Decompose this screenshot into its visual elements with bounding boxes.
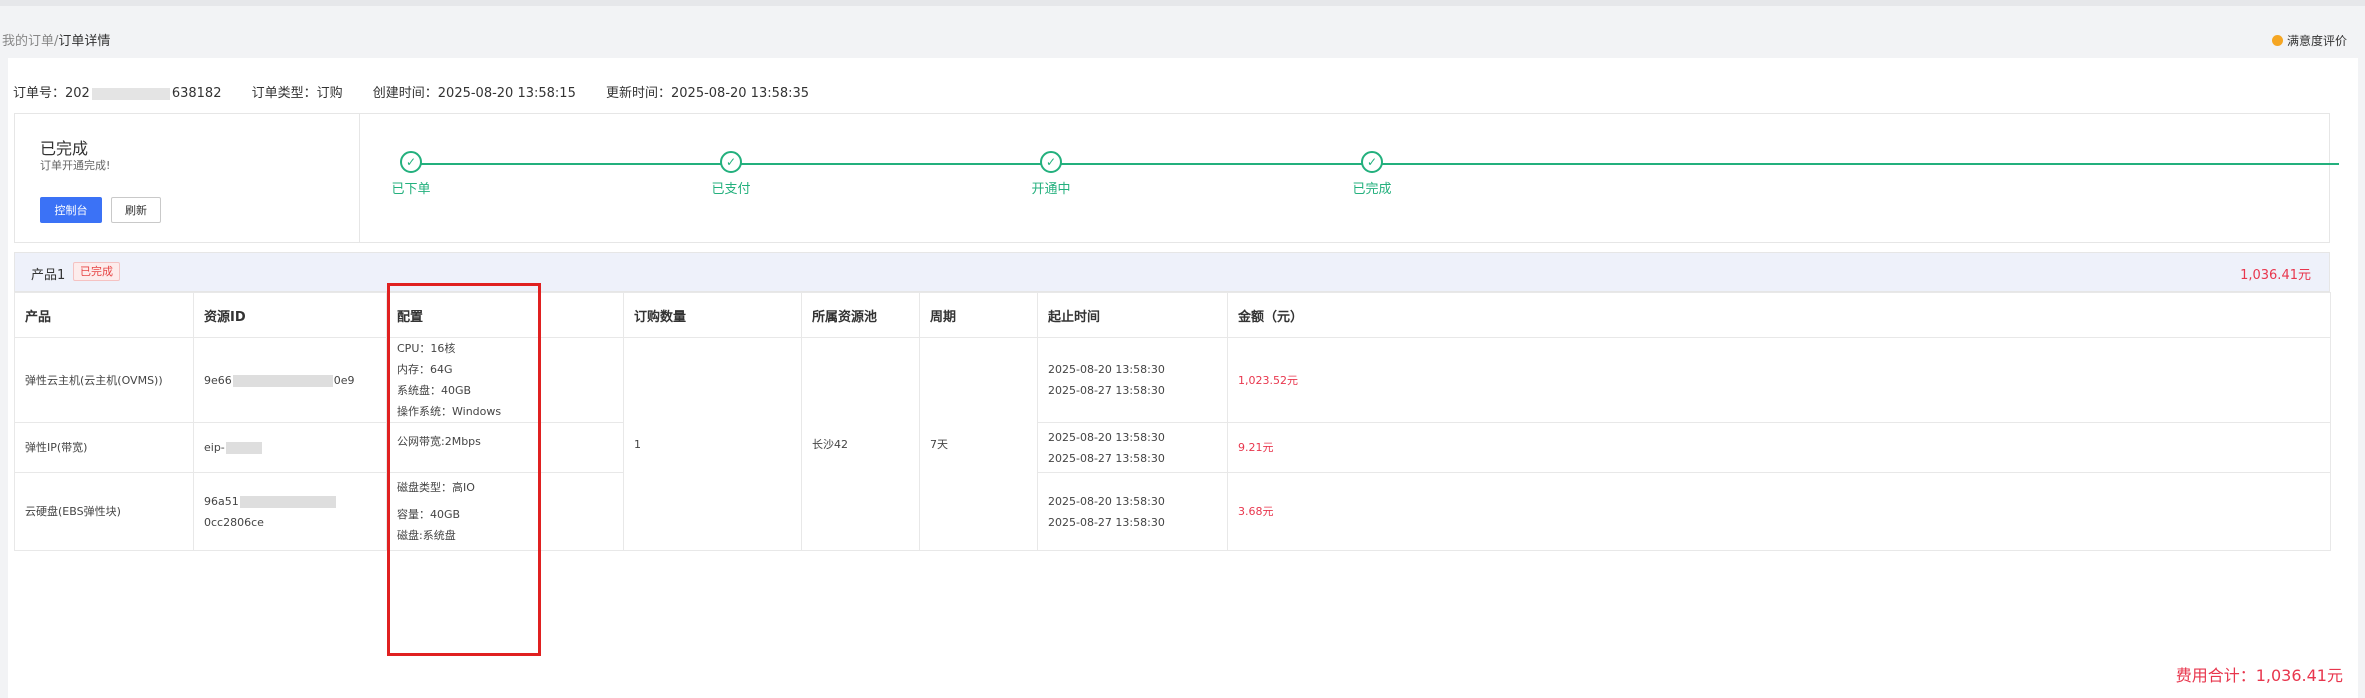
table-row: 云硬盘(EBS弹性块) 96a510cc2806ce 磁盘类型：高IO 容量：4…	[14, 472, 2331, 551]
check-icon: ✓	[1361, 151, 1383, 173]
column-header: 订购数量	[623, 292, 802, 338]
time-cell: 2025-08-20 13:58:30 2025-08-27 13:58:30	[1037, 472, 1228, 551]
product-header: 产品1 已完成 1,036.41元	[14, 252, 2330, 292]
breadcrumb-order-detail: 订单详情	[58, 34, 111, 49]
column-header: 产品	[14, 292, 194, 338]
breadcrumb: 我的订单/订单详情	[2, 30, 110, 49]
table-row: 弹性云主机(云主机(OVMS)) 9e66 0e9 CPU：16核 内存：64G …	[14, 337, 2331, 551]
end-time: 2025-08-27 13:58:30	[1048, 515, 1165, 529]
rating-link[interactable]: 满意度评价	[2271, 32, 2347, 49]
column-header: 所属资源池	[801, 292, 920, 338]
order-items-table: 产品 资源ID 配置 订购数量 所属资源池 周期 起止时间 金额（元） 弹性云主…	[14, 292, 2331, 551]
amount-cell: 1,023.52元	[1227, 337, 2331, 423]
column-header: 金额（元）	[1227, 292, 2331, 338]
amount-cell: 3.68元	[1227, 472, 2331, 551]
product-cell: 弹性IP(带宽)	[14, 422, 194, 473]
table-row: 弹性IP(带宽) eip- 公网带宽:2Mbps 2025-08-20 13:5…	[14, 422, 2331, 473]
step-ordered: ✓ 已下单	[351, 151, 471, 197]
start-time: 2025-08-20 13:58:30	[1048, 363, 1165, 376]
order-meta: 订单号：202 638182 订单类型：订购 创建时间：2025-08-20 13…	[13, 82, 835, 101]
step-completed: ✓ 已完成	[1312, 151, 1432, 197]
refresh-button[interactable]: 刷新	[111, 197, 161, 223]
redacted-blur	[225, 442, 262, 454]
start-time: 2025-08-20 13:58:30	[1048, 494, 1165, 508]
fee-total: 费用合计：1,036.41元	[2175, 666, 2343, 685]
updated-time: 更新时间：2025-08-20 13:58:35	[606, 86, 810, 101]
quantity-cell: 1	[623, 337, 802, 551]
status-subtitle: 订单开通完成!	[40, 159, 111, 172]
product-cell: 弹性云主机(云主机(OVMS))	[14, 337, 194, 423]
redacted-blur	[239, 495, 336, 508]
check-icon: ✓	[400, 151, 422, 173]
created-time: 创建时间：2025-08-20 13:58:15	[372, 86, 576, 101]
column-header: 资源ID	[193, 292, 387, 338]
end-time: 2025-08-27 13:58:30	[1048, 451, 1165, 465]
end-time: 2025-08-27 13:58:30	[1048, 384, 1165, 397]
start-time: 2025-08-20 13:58:30	[1048, 430, 1165, 444]
pool-cell: 长沙42	[801, 337, 920, 551]
redacted-blur	[91, 87, 170, 100]
check-icon: ✓	[1040, 151, 1062, 173]
resource-id-cell: 96a510cc2806ce	[193, 472, 387, 551]
table-header-row: 产品 资源ID 配置 订购数量 所属资源池 周期 起止时间 金额（元）	[14, 292, 2331, 338]
step-label: 已下单	[391, 182, 431, 197]
order-status-panel: 已完成 订单开通完成! 控制台 刷新 ✓ 已下单 ✓ 已支付 ✓ 开通中 ✓ 已…	[14, 113, 2339, 243]
rating-label: 满意度评价	[2286, 34, 2347, 48]
breadcrumb-my-orders[interactable]: 我的订单	[2, 34, 54, 49]
breadcrumb-bar: 我的订单/订单详情 满意度评价	[0, 6, 2365, 58]
column-header: 周期	[919, 292, 1038, 338]
redacted-blur	[232, 374, 333, 387]
status-badge: 已完成	[73, 262, 120, 281]
smile-icon	[2271, 35, 2283, 46]
column-header: 起止时间	[1037, 292, 1228, 338]
time-cell: 2025-08-20 13:58:30 2025-08-27 13:58:30	[1037, 422, 1228, 473]
step-label: 已完成	[1352, 182, 1392, 197]
status-title: 已完成	[40, 139, 89, 158]
step-paid: ✓ 已支付	[671, 151, 791, 197]
check-icon: ✓	[720, 151, 742, 173]
amount-cell: 9.21元	[1227, 422, 2331, 473]
order-type: 订单类型：订购	[251, 86, 343, 101]
resource-id-cell: eip-	[193, 422, 387, 473]
step-label: 已支付	[711, 182, 751, 197]
time-cell: 2025-08-20 13:58:30 2025-08-27 13:58:30	[1037, 337, 1228, 423]
step-label: 开通中	[1031, 182, 1071, 197]
order-number: 订单号：202 638182	[13, 86, 222, 101]
status-summary: 已完成 订单开通完成! 控制台 刷新	[15, 114, 360, 242]
console-button[interactable]: 控制台	[40, 197, 102, 223]
config-highlight-box	[387, 283, 541, 656]
product-name: 产品1	[31, 268, 66, 283]
period-cell: 7天	[919, 337, 1038, 551]
resource-id-cell: 9e66 0e9	[193, 337, 387, 423]
product-cell: 云硬盘(EBS弹性块)	[14, 472, 194, 551]
product-amount: 1,036.41元	[2240, 268, 2311, 283]
step-provisioning: ✓ 开通中	[991, 151, 1111, 197]
